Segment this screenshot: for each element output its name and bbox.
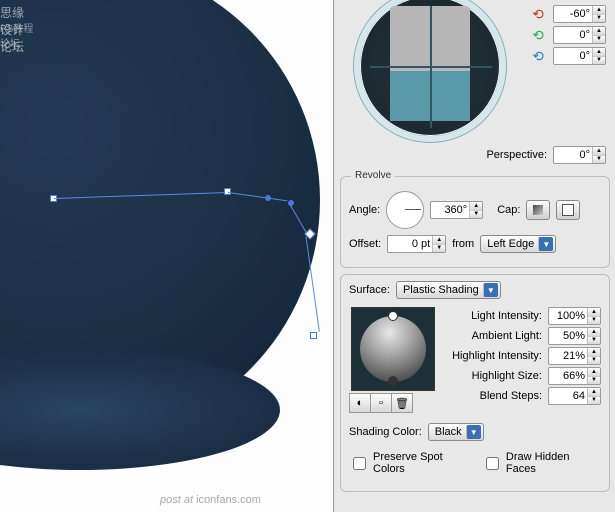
step-down[interactable]: ▼ (588, 317, 600, 325)
step-down[interactable]: ▼ (470, 211, 482, 219)
surface-section: Surface: Plastic Shading▼ ◐ ▫ 🗑 Light In… (340, 274, 610, 492)
from-dropdown[interactable]: Left Edge▼ (480, 235, 556, 253)
rotation-z-field[interactable]: ▲▼ (553, 47, 606, 65)
chevron-down-icon: ▼ (466, 425, 481, 439)
step-down[interactable]: ▼ (593, 57, 605, 65)
light-preview[interactable] (351, 307, 435, 391)
light-source[interactable] (388, 311, 398, 321)
effects-panel: ⟲ ▲▼ ⟲ ▲▼ ⟲ ▲▼ Perspective: ▲▼ Revolve A… (333, 0, 615, 512)
rotate-x-icon: ⟲ (529, 5, 547, 23)
offset-field[interactable]: ▲▼ (387, 235, 446, 253)
revolved-object (0, 0, 320, 440)
shading-ball (360, 316, 426, 382)
new-light-button[interactable]: ▫ (371, 394, 392, 412)
step-up[interactable]: ▲ (470, 202, 482, 211)
step-up[interactable]: ▲ (593, 6, 605, 15)
angle-label: Angle: (349, 204, 380, 216)
ambient-light-label: Ambient Light: (472, 330, 542, 342)
rotate-z-icon: ⟲ (529, 47, 547, 65)
cap-on-button[interactable] (526, 200, 550, 220)
surface-dropdown[interactable]: Plastic Shading▼ (396, 281, 501, 299)
angle-field[interactable]: ▲▼ (430, 201, 483, 219)
light-controls: ◐ ▫ 🗑 (349, 393, 413, 413)
step-up[interactable]: ▲ (433, 236, 445, 245)
light-source[interactable] (388, 376, 398, 386)
ambient-light-field[interactable]: ▲▼ (548, 327, 601, 345)
step-up[interactable]: ▲ (593, 27, 605, 36)
surface-label: Surface: (349, 284, 390, 296)
step-down[interactable]: ▼ (588, 337, 600, 345)
step-up[interactable]: ▲ (593, 147, 605, 156)
artboard[interactable]: 思缘设计论坛 PS教程论坛 post at iconfans.com (0, 0, 333, 512)
perspective-label: Perspective: (486, 149, 547, 161)
highlight-intensity-field[interactable]: ▲▼ (548, 347, 601, 365)
rotation-y-field[interactable]: ▲▼ (553, 26, 606, 44)
step-up[interactable]: ▲ (588, 388, 600, 397)
anchor-point[interactable] (310, 332, 317, 339)
perspective-field[interactable]: ▲▼ (553, 146, 606, 164)
draw-hidden-checkbox[interactable]: Draw Hidden Faces (482, 451, 601, 475)
control-handle[interactable] (265, 195, 271, 201)
delete-light-button[interactable]: 🗑 (392, 394, 412, 412)
step-up[interactable]: ▲ (588, 328, 600, 337)
offset-label: Offset: (349, 238, 381, 250)
rotation-x-field[interactable]: ▲▼ (553, 5, 606, 23)
cap-label: Cap: (497, 204, 520, 216)
cap-off-button[interactable] (556, 200, 580, 220)
chevron-down-icon: ▼ (483, 283, 498, 297)
highlight-intensity-label: Highlight Intensity: (452, 350, 542, 362)
watermark-text: PS教程论坛 (0, 20, 35, 50)
step-up[interactable]: ▲ (588, 368, 600, 377)
step-down[interactable]: ▼ (588, 357, 600, 365)
move-light-back-button[interactable]: ◐ (350, 394, 371, 412)
highlight-size-field[interactable]: ▲▼ (548, 367, 601, 385)
step-up[interactable]: ▲ (588, 308, 600, 317)
light-intensity-label: Light Intensity: (471, 310, 542, 322)
preserve-spot-checkbox[interactable]: Preserve Spot Colors (349, 451, 476, 475)
step-down[interactable]: ▼ (588, 397, 600, 405)
shading-color-label: Shading Color: (349, 426, 422, 438)
rotate-y-icon: ⟲ (529, 26, 547, 44)
step-up[interactable]: ▲ (593, 48, 605, 57)
light-intensity-field[interactable]: ▲▼ (548, 307, 601, 325)
step-up[interactable]: ▲ (588, 348, 600, 357)
blend-steps-label: Blend Steps: (480, 390, 542, 402)
step-down[interactable]: ▼ (593, 36, 605, 44)
blend-steps-field[interactable]: ▲▼ (548, 387, 601, 405)
section-title: Revolve (351, 170, 395, 181)
chevron-down-icon: ▼ (538, 237, 553, 251)
from-label: from (452, 238, 474, 250)
angle-dial[interactable] (386, 191, 424, 229)
revolve-section: Revolve Angle: ▲▼ Cap: Offset: ▲▼ from L… (340, 176, 610, 268)
step-down[interactable]: ▼ (588, 377, 600, 385)
watermark: post at iconfans.com (160, 494, 261, 506)
highlight-size-label: Highlight Size: (472, 370, 542, 382)
step-down[interactable]: ▼ (593, 15, 605, 23)
rotation-preview[interactable] (354, 0, 506, 142)
step-down[interactable]: ▼ (593, 156, 605, 164)
shading-color-dropdown[interactable]: Black▼ (428, 423, 484, 441)
step-down[interactable]: ▼ (433, 245, 445, 253)
